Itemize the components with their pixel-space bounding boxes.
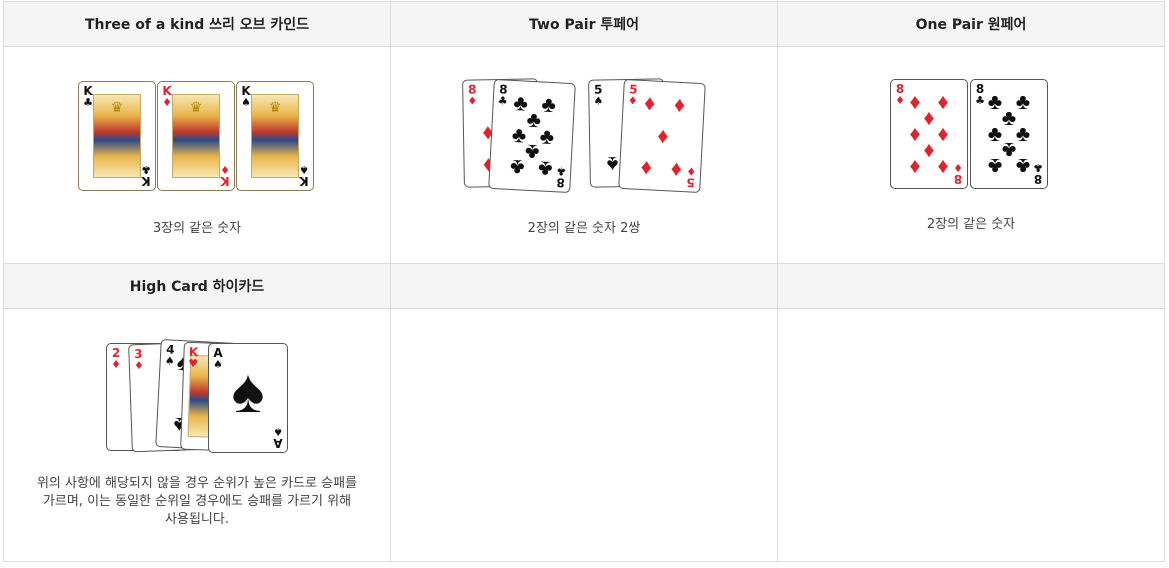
card-suit: ♦ [467,94,478,108]
high-card-desc-line-3: 사용됩니다. [165,512,229,527]
diamond-icon: ♦ [670,155,683,182]
card-suit: ♦ [111,358,121,371]
king-face-image: ♛ [251,94,299,178]
card-suit: ♣ [975,94,985,107]
king-face-image: ♛ [93,94,141,178]
card-rank: K [220,174,230,188]
cell-two-pair: 8♦ ♦ ♦ 8♣ 8♣ ♣ ♣ ♣ ♣ ♣ ♣ ♣ ♣ [390,46,778,264]
card-suit: ♦ [685,164,697,178]
card-suit: ♣ [83,96,93,109]
club-icon: ♣ [987,121,1003,146]
diamond-icon: ♦ [937,153,949,178]
card-suit: ♠ [299,163,309,176]
card-rank: 8 [1033,172,1043,186]
header-one-pair: One Pair 원페어 [777,1,1165,47]
card-suit: ♣ [141,163,151,176]
club-icon: ♣ [540,91,557,118]
three-kind-caption: 3장의 같은 숫자 [152,221,242,236]
header-row-1: Three of a kind 쓰리 오브 카인드 Two Pair 투페어 O… [3,1,1165,47]
cell-high-card: 2♦ 3♦ 4♠ ♠ ♠ K♥ A♠ [3,308,391,562]
club-icon: ♣ [539,123,555,150]
diamond-icon: ♦ [643,90,656,116]
poker-hands-table: Three of a kind 쓰리 오브 카인드 Two Pair 투페어 O… [3,1,1165,562]
card-suit: ♥ [187,356,199,371]
card-five-diamonds: 5 ♦ 5 ♦ ♦ ♦ ♦ ♦ ♦ [618,78,706,194]
card-suit: ♠ [241,96,251,109]
high-card-cards: 2♦ 3♦ 4♠ ♠ ♠ K♥ A♠ [106,339,290,455]
card-suit: ♣ [1033,161,1043,174]
header-empty-1 [390,263,778,309]
card-king-clubs: ♛ K ♣ K ♣ [78,81,156,191]
ace-spade-icon: ♠ [231,357,265,426]
card-suit: ♦ [895,94,905,107]
club-icon: ♣ [987,154,1003,179]
club-icon: ♣ [1015,154,1031,179]
card-eight-clubs: 8 ♣ 8 ♣ ♣ ♣ ♣ ♣ ♣ ♣ ♣ ♣ [488,78,576,194]
diamond-icon: ♦ [923,105,935,130]
diamond-icon: ♦ [937,121,949,146]
diamond-icon: ♦ [640,153,653,180]
diamond-icon: ♦ [923,137,935,162]
club-icon: ♣ [987,89,1003,114]
high-card-description: 위의 사항에 해당되지 않을 경우 순위가 높은 카드로 승패를 가르며, 이는… [4,475,390,529]
diamond-icon: ♦ [909,153,921,178]
club-icon: ♣ [509,154,526,181]
card-king-diamonds: ♛ K ♦ K ♦ [157,81,235,191]
high-card-desc-line-1: 위의 사항에 해당되지 않을 경우 순위가 높은 카드로 승패를 [36,476,358,491]
cell-empty-2 [777,308,1165,562]
club-icon: ♣ [1015,121,1031,146]
club-icon: ♣ [537,156,554,183]
card-suit: ♠ [164,354,176,368]
card-suit: ♦ [133,358,145,373]
high-card-desc-line-2: 가르며, 이는 동일한 순위일 경우에도 승패를 가르기 위해 [42,494,352,509]
card-suit: ♠ [273,425,283,438]
cell-empty-1 [390,308,778,562]
card-rank: 8 [953,172,963,186]
card-eight-diamonds: 8 ♦ 8 ♦ ♦ ♦ ♦ ♦ ♦ ♦ ♦ ♦ [890,79,968,189]
club-icon: ♣ [1001,138,1017,163]
card-ace-spades: A ♠ A ♠ ♠ [208,343,288,453]
header-empty-2 [777,263,1165,309]
spade-icon: ♠ [606,152,619,178]
diamond-icon: ♦ [909,89,921,114]
club-icon: ♣ [1001,105,1017,130]
two-pair-caption: 2장의 같은 숫자 2쌍 [527,221,641,236]
header-high-card: High Card 하이카드 [3,263,391,309]
card-rank: A [273,436,283,450]
one-pair-caption: 2장의 같은 숫자 [926,217,1016,232]
card-suit: ♦ [220,163,230,176]
card-suit: ♣ [555,164,567,178]
club-icon: ♣ [1015,89,1031,114]
diamond-icon: ♦ [937,89,949,114]
card-eight-clubs: 8 ♣ 8 ♣ ♣ ♣ ♣ ♣ ♣ ♣ ♣ ♣ [970,79,1048,189]
header-row-2: High Card 하이카드 [3,263,1165,309]
cell-one-pair: 8 ♦ 8 ♦ ♦ ♦ ♦ ♦ ♦ ♦ ♦ ♦ 8 ♣ 8 ♣ ♣ ♣ ♣ ♣ … [777,46,1165,264]
diamond-icon: ♦ [656,122,670,149]
card-suit: ♦ [162,96,172,109]
card-suit: ♠ [213,358,223,371]
card-rank: K [141,174,151,188]
card-suit: ♠ [593,94,604,108]
card-suit: ♦ [953,161,963,174]
card-suit: ♦ [627,94,639,108]
card-rank: K [299,174,309,188]
card-suit: ♣ [497,94,509,108]
content-row-1: ♛ K ♣ K ♣ ♛ K ♦ K ♦ ♛ K ♠ K ♠ 3장의 같은 숫자 … [3,46,1165,264]
diamond-icon: ♦ [673,91,686,118]
content-row-2: 2♦ 3♦ 4♠ ♠ ♠ K♥ A♠ [3,308,1165,562]
diamond-icon: ♦ [909,121,921,146]
king-face-image: ♛ [172,94,220,178]
card-king-spades: ♛ K ♠ K ♠ [236,81,314,191]
one-pair-cards: 8 ♦ 8 ♦ ♦ ♦ ♦ ♦ ♦ ♦ ♦ ♦ 8 ♣ 8 ♣ ♣ ♣ ♣ ♣ … [890,79,1050,191]
header-three-of-a-kind: Three of a kind 쓰리 오브 카인드 [3,1,391,47]
two-pair-cards: 8♦ ♦ ♦ 8♣ 8♣ ♣ ♣ ♣ ♣ ♣ ♣ ♣ ♣ [461,77,711,195]
cell-three-of-a-kind: ♛ K ♣ K ♣ ♛ K ♦ K ♦ ♛ K ♠ K ♠ 3장의 같은 숫자 [3,46,391,264]
three-kind-cards: ♛ K ♣ K ♣ ♛ K ♦ K ♦ ♛ K ♠ K ♠ [78,81,314,193]
header-two-pair: Two Pair 투페어 [390,1,778,47]
